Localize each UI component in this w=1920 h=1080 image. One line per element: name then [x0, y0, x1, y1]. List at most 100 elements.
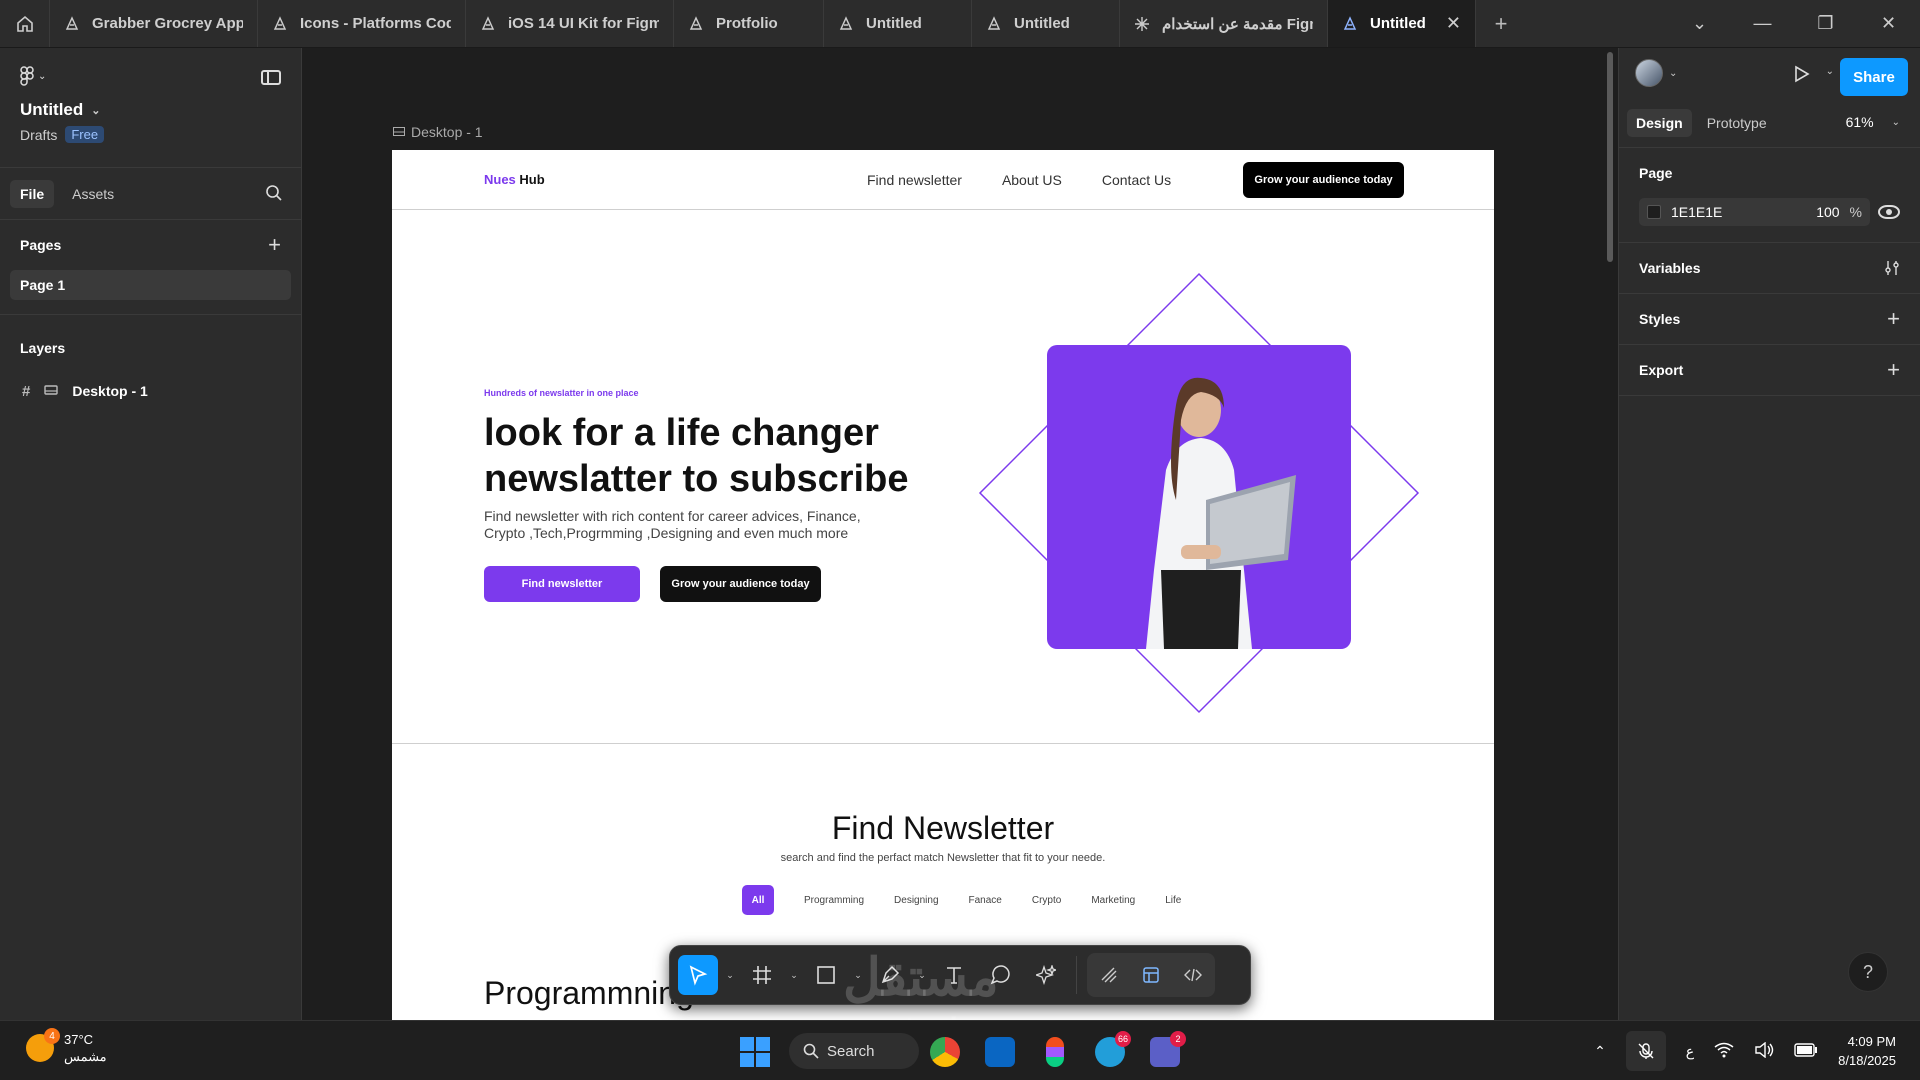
- tab-figma-intro[interactable]: مقدمة عن استخدام Figma Ma: [1120, 0, 1328, 47]
- chevron-down-icon[interactable]: ⌄: [788, 970, 800, 981]
- page-color-hex[interactable]: 1E1E1E: [1671, 204, 1806, 220]
- help-button[interactable]: ?: [1848, 952, 1888, 992]
- tab-ios-kit[interactable]: iOS 14 UI Kit for Figma: [466, 0, 674, 47]
- weather-badge: 4: [44, 1028, 60, 1044]
- draw-icon: [1101, 967, 1117, 983]
- dev-mode-button[interactable]: [1173, 955, 1213, 995]
- canvas[interactable]: Desktop - 1 Nues Hub Find newsletter Abo…: [303, 48, 1617, 1020]
- search-icon[interactable]: [265, 184, 283, 202]
- close-icon[interactable]: ✕: [1857, 13, 1920, 34]
- nav-cta-button[interactable]: Grow your audience today: [1243, 162, 1404, 198]
- chevron-down-icon[interactable]: ⌄: [1668, 13, 1731, 34]
- clock-date: 8/18/2025: [1838, 1053, 1896, 1068]
- category-crypto[interactable]: Crypto: [1032, 895, 1061, 906]
- avatar[interactable]: [1635, 59, 1663, 87]
- chevron-down-icon[interactable]: ⌄: [724, 970, 736, 981]
- right-panel: ⌄ ⌄ Share Design Prototype 61% ⌄ Page 1E…: [1618, 48, 1920, 1020]
- shape-tool-button[interactable]: [806, 955, 846, 995]
- zoom-control[interactable]: 61% ⌄: [1846, 114, 1900, 130]
- category-designing[interactable]: Designing: [894, 895, 938, 906]
- tab-label: Untitled: [866, 15, 922, 32]
- volume-icon[interactable]: [1754, 1041, 1774, 1061]
- page-opacity[interactable]: 100: [1816, 204, 1839, 220]
- chevron-down-icon[interactable]: ⌄: [1826, 66, 1834, 77]
- mic-muted-icon[interactable]: [1625, 1031, 1666, 1071]
- grow-audience-button[interactable]: Grow your audience today: [660, 566, 821, 602]
- eye-icon[interactable]: [1878, 205, 1900, 219]
- color-swatch[interactable]: [1647, 205, 1661, 219]
- ai-tool-button[interactable]: [1026, 955, 1066, 995]
- add-export-icon[interactable]: +: [1887, 357, 1900, 383]
- figma-app-icon[interactable]: [1046, 1037, 1064, 1067]
- tab-protfolio[interactable]: Protfolio: [674, 0, 824, 47]
- main-menu-button[interactable]: ⌄: [20, 66, 281, 86]
- share-button[interactable]: Share: [1840, 58, 1908, 96]
- drafts-label[interactable]: Drafts: [20, 127, 57, 143]
- find-newsletter-heading: Find Newsletter: [831, 810, 1055, 846]
- page-color-field[interactable]: 1E1E1E 100 %: [1639, 198, 1870, 226]
- draw-mode-button[interactable]: [1089, 955, 1129, 995]
- restore-icon[interactable]: ❐: [1794, 13, 1857, 34]
- new-tab-button[interactable]: +: [1476, 0, 1526, 47]
- chevron-up-icon[interactable]: ⌃: [1594, 1043, 1606, 1060]
- system-tray: ⌃ ع 4:09 PM 8/18/2025: [1594, 1031, 1896, 1071]
- add-style-icon[interactable]: +: [1887, 306, 1900, 332]
- file-title[interactable]: Untitled ⌄: [20, 100, 281, 120]
- nav-link-about[interactable]: About US: [1002, 172, 1062, 188]
- vertical-scrollbar[interactable]: [1607, 52, 1613, 262]
- windows-logo-icon: [740, 1037, 754, 1051]
- category-all[interactable]: All: [742, 885, 774, 915]
- tab-label: Untitled: [1370, 15, 1426, 32]
- sidebar-toggle-icon[interactable]: [261, 70, 281, 85]
- tab-untitled-2[interactable]: Untitled: [972, 0, 1120, 47]
- find-newsletter-button[interactable]: Find newsletter: [484, 566, 640, 602]
- category-marketing[interactable]: Marketing: [1091, 895, 1135, 906]
- tab-label: مقدمة عن استخدام Figma Ma: [1162, 15, 1313, 33]
- tab-untitled-active[interactable]: Untitled ✕: [1328, 0, 1476, 47]
- home-button[interactable]: [0, 0, 50, 47]
- category-life[interactable]: Life: [1165, 895, 1181, 906]
- windows-logo-icon: [740, 1053, 754, 1067]
- present-icon[interactable]: [1794, 65, 1810, 83]
- hero-description: Find newsletter with rich content for ca…: [484, 508, 861, 541]
- start-button[interactable]: [740, 1037, 770, 1067]
- taskbar-search[interactable]: Search: [789, 1033, 919, 1069]
- teams-badge: 2: [1170, 1031, 1186, 1047]
- search-label: Search: [827, 1042, 875, 1060]
- tab-prototype[interactable]: Prototype: [1698, 109, 1776, 137]
- desktop-icon: [393, 127, 405, 136]
- close-icon[interactable]: ✕: [1446, 13, 1461, 34]
- telegram-icon[interactable]: 66: [1095, 1031, 1131, 1067]
- page-item[interactable]: Page 1: [10, 270, 291, 300]
- tab-grabber[interactable]: Grabber Grocrey App (: [50, 0, 258, 47]
- add-page-icon[interactable]: +: [268, 232, 281, 258]
- tab-untitled-1[interactable]: Untitled: [824, 0, 972, 47]
- input-language[interactable]: ع: [1686, 1043, 1694, 1060]
- weather-widget[interactable]: 4 37°C مشمس: [26, 1028, 107, 1065]
- tab-icons[interactable]: Icons - Platforms Code: [258, 0, 466, 47]
- nav-link-find[interactable]: Find newsletter: [867, 172, 962, 188]
- chrome-icon[interactable]: [930, 1037, 960, 1067]
- frame-label[interactable]: Desktop - 1: [393, 124, 483, 140]
- linkedin-icon[interactable]: [985, 1037, 1015, 1067]
- move-tool-button[interactable]: [678, 955, 718, 995]
- tab-assets[interactable]: Assets: [62, 180, 124, 208]
- tab-file[interactable]: File: [10, 179, 55, 208]
- layer-item[interactable]: # Desktop - 1: [0, 373, 301, 409]
- category-finance[interactable]: Fanace: [969, 895, 1002, 906]
- category-programming[interactable]: Programming: [804, 895, 864, 906]
- desktop-frame[interactable]: Nues Hub Find newsletter About US Contac…: [392, 150, 1494, 1020]
- frame-tool-button[interactable]: [742, 955, 782, 995]
- wifi-icon[interactable]: [1714, 1042, 1734, 1061]
- variables-settings-icon[interactable]: [1884, 260, 1900, 276]
- minimize-icon[interactable]: —: [1731, 13, 1794, 34]
- design-mode-button[interactable]: [1131, 955, 1171, 995]
- clock[interactable]: 4:09 PM 8/18/2025: [1838, 1032, 1896, 1070]
- teams-icon[interactable]: 2: [1150, 1031, 1186, 1067]
- chevron-down-icon[interactable]: ⌄: [1669, 68, 1677, 79]
- tab-label: Grabber Grocrey App (: [92, 15, 243, 32]
- styles-heading: Styles: [1639, 311, 1681, 327]
- battery-icon[interactable]: [1794, 1042, 1818, 1060]
- nav-link-contact[interactable]: Contact Us: [1102, 172, 1171, 188]
- tab-design[interactable]: Design: [1627, 108, 1692, 137]
